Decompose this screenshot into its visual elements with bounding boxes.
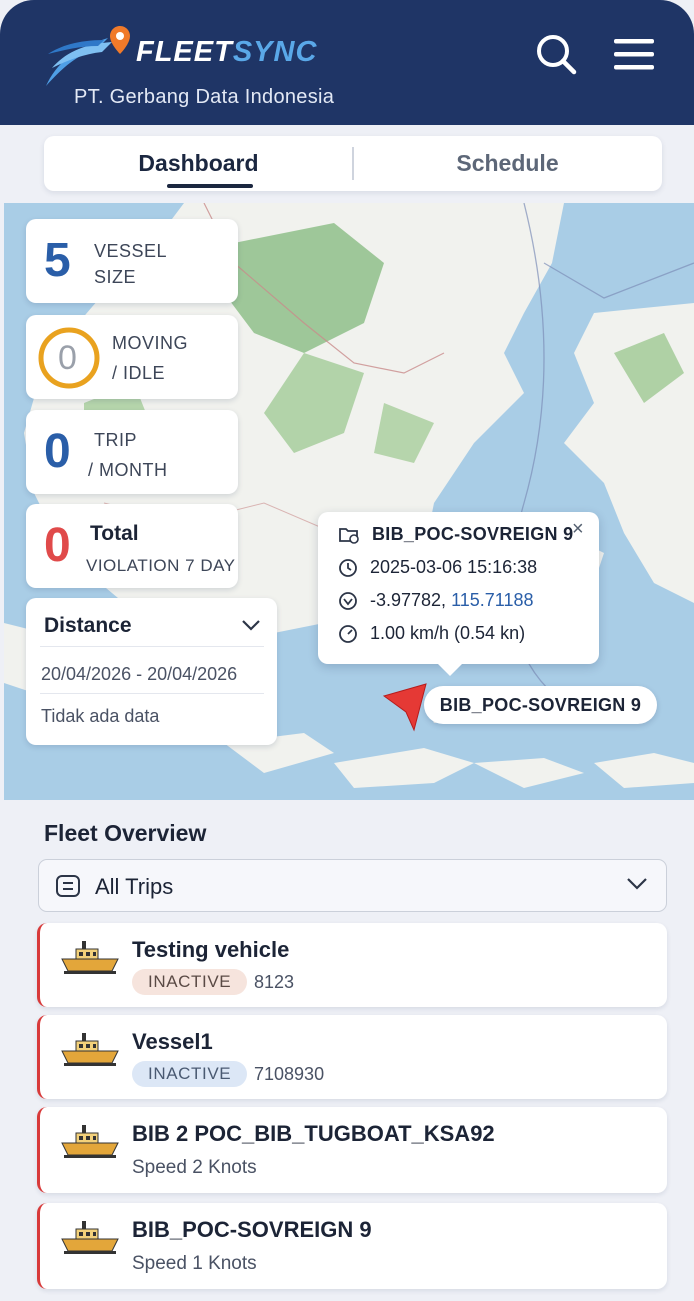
moving-idle-value: 0 <box>58 339 77 377</box>
fleet-item-speed: Speed 2 Knots <box>132 1157 257 1178</box>
trip-month-card[interactable]: 0 TRIP / MONTH <box>26 410 238 494</box>
fleet-map[interactable]: 5 VESSEL SIZE 0 MOVING / IDLE 0 TRIP / M… <box>4 203 694 800</box>
popup-vessel-row: BIB_POC-SOVREIGN 9 <box>338 524 573 545</box>
search-button[interactable] <box>532 30 580 78</box>
vessel-folder-icon <box>339 527 359 544</box>
hamburger-menu-icon <box>614 39 654 70</box>
search-icon <box>537 35 577 75</box>
app-header: FLEETSYNC PT. Gerbang Data Indonesia <box>0 0 694 125</box>
tugboat-icon <box>61 1125 119 1158</box>
active-tab-indicator <box>167 184 253 188</box>
speedometer-icon <box>339 624 357 643</box>
popup-speed: 1.00 km/h (0.54 kn) <box>370 623 526 643</box>
vessel-size-card[interactable]: 5 VESSEL SIZE <box>26 219 238 303</box>
chevron-down-icon <box>627 878 647 890</box>
popup-timestamp: 2025-03-06 15:16:38 <box>370 557 538 577</box>
violation-sublabel: VIOLATION 7 DAY <box>86 556 236 575</box>
trip-filter-value: All Trips <box>95 874 174 899</box>
fleetsync-logo-icon <box>46 26 130 86</box>
fleet-list-item[interactable]: BIB 2 POC_BIB_TUGBOAT_KSA92 Speed 2 Knot… <box>37 1107 667 1193</box>
popup-speed-row: 1.00 km/h (0.54 kn) <box>338 623 525 644</box>
tugboat-icon <box>61 1221 119 1254</box>
list-icon <box>56 875 80 897</box>
violation-card[interactable]: 0 Total VIOLATION 7 DAY <box>26 504 238 588</box>
fleet-item-name: Testing vehicle <box>132 937 290 962</box>
vessel-marker-arrow-icon[interactable] <box>380 682 428 734</box>
fleet-item-id: 7108930 <box>254 1064 325 1084</box>
trip-month-value: 0 <box>44 425 71 478</box>
distance-empty-text: Tidak ada data <box>41 706 160 726</box>
popup-latitude: -3.97782, <box>370 590 447 610</box>
fleet-item-name: BIB_POC-SOVREIGN 9 <box>132 1217 372 1242</box>
popup-time-row: 2025-03-06 15:16:38 <box>338 557 537 578</box>
tugboat-icon <box>61 1033 119 1066</box>
distance-card: Distance 20/04/2026 - 20/04/2026 Tidak a… <box>26 598 277 745</box>
company-name: PT. Gerbang Data Indonesia <box>74 86 335 108</box>
vessel-marker-label[interactable]: BIB_POC-SOVREIGN 9 <box>424 686 657 724</box>
violation-label: Total <box>90 522 139 545</box>
menu-button[interactable] <box>610 30 658 78</box>
fleet-list-item[interactable]: Vessel1 INACTIVE 7108930 <box>37 1015 667 1099</box>
vessel-info-popup: × BIB_POC-SOVREIGN 9 2025-03-06 15:16:38… <box>318 512 599 676</box>
moving-idle-card[interactable]: 0 MOVING / IDLE <box>26 315 238 399</box>
divider <box>40 693 264 694</box>
tab-dashboard[interactable]: Dashboard <box>44 136 353 191</box>
fleet-item-speed: Speed 1 Knots <box>132 1253 257 1274</box>
vessel-size-sublabel: SIZE <box>94 267 137 287</box>
clock-icon <box>339 558 357 577</box>
tugboat-icon <box>61 941 119 974</box>
close-popup-button[interactable]: × <box>572 518 584 541</box>
moving-idle-sublabel: / IDLE <box>112 363 166 383</box>
fleet-overview-title: Fleet Overview <box>44 820 207 846</box>
chevron-down-icon[interactable] <box>240 618 262 632</box>
status-badge: INACTIVE <box>132 969 248 995</box>
status-badge: INACTIVE <box>132 1061 248 1087</box>
popup-vessel-name: BIB_POC-SOVREIGN 9 <box>372 524 574 544</box>
trip-month-sublabel: / MONTH <box>88 460 168 480</box>
location-pin-icon <box>339 591 357 610</box>
view-tabs: Dashboard Schedule <box>44 136 662 191</box>
trip-filter-select[interactable]: All Trips <box>38 859 667 912</box>
fleet-item-name: BIB 2 POC_BIB_TUGBOAT_KSA92 <box>132 1121 495 1146</box>
brand-name: FLEETSYNC <box>136 36 318 68</box>
divider <box>40 646 264 647</box>
violation-value: 0 <box>44 519 71 572</box>
moving-idle-label: MOVING <box>112 333 189 353</box>
fleet-item-id: 8123 <box>254 972 295 992</box>
fleet-item-name: Vessel1 <box>132 1029 213 1054</box>
fleet-list-item[interactable]: Testing vehicle INACTIVE 8123 <box>37 923 667 1007</box>
vessel-size-label: VESSEL <box>94 241 168 261</box>
trip-month-label: TRIP <box>94 430 138 450</box>
popup-longitude[interactable]: 115.71188 <box>451 590 533 611</box>
popup-coord-row: -3.97782, 115.71188 <box>338 590 534 611</box>
distance-title: Distance <box>44 614 132 637</box>
fleet-list-item[interactable]: BIB_POC-SOVREIGN 9 Speed 1 Knots <box>37 1203 667 1289</box>
tab-schedule[interactable]: Schedule <box>353 136 662 191</box>
vessel-size-value: 5 <box>44 234 71 287</box>
distance-date-range[interactable]: 20/04/2026 - 20/04/2026 <box>41 664 237 685</box>
